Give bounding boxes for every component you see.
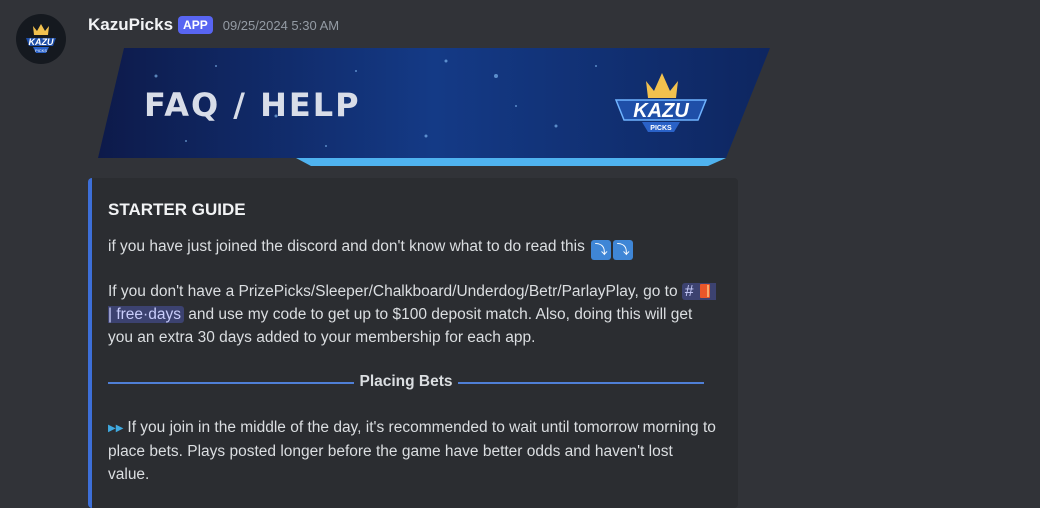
username[interactable]: KazuPicks — [88, 15, 173, 35]
embed-title: STARTER GUIDE — [108, 200, 246, 219]
arrow-down-right-icon: ⤵ — [591, 240, 612, 260]
message-header: KazuPicks APP 09/25/2024 5:30 AM — [88, 13, 339, 37]
divider-line-left — [108, 382, 354, 384]
hash-icon: # — [684, 283, 694, 300]
placing-bets-text: If you join in the middle of the day, it… — [108, 419, 716, 483]
embed-paragraph-intro: if you have just joined the discord and … — [108, 235, 718, 260]
banner-logo-subtext: PICKS — [650, 125, 672, 132]
embed-paragraph-placing-bets: ▶▶ If you join in the middle of the day, … — [108, 416, 718, 486]
faq-help-banner[interactable]: FAQ / HELP KAZU PICKS — [96, 46, 770, 166]
divider-line-right — [458, 382, 704, 384]
app-badge: APP — [178, 16, 213, 34]
channel-name: | free·days — [108, 306, 181, 323]
signup-text-after: and use my code to get up to $100 deposi… — [108, 306, 693, 346]
section-divider: Placing Bets — [108, 373, 704, 393]
embed-card: STARTER GUIDE if you have just joined th… — [88, 178, 738, 508]
banner-title: FAQ / HELP — [144, 86, 361, 124]
fast-forward-icon: ▶▶ — [108, 423, 124, 434]
intro-text: if you have just joined the discord and … — [108, 238, 585, 255]
kazu-logo-icon: KAZU PICKS — [26, 24, 56, 53]
banner-logo-text: KAZU — [633, 100, 689, 122]
divider-label: Placing Bets — [359, 373, 453, 390]
timestamp[interactable]: 09/25/2024 5:30 AM — [223, 18, 339, 33]
embed-paragraph-signup: If you don't have a PrizePicks/Sleeper/C… — [108, 280, 718, 349]
arrow-down-right-icon: ⤵ — [613, 240, 634, 260]
avatar[interactable]: KAZU PICKS — [16, 14, 66, 64]
signup-text-before: If you don't have a PrizePicks/Sleeper/C… — [108, 283, 678, 300]
avatar-logo-text: KAZU — [29, 37, 54, 47]
book-icon — [699, 284, 710, 298]
avatar-logo-subtext: PICKS — [35, 48, 47, 53]
